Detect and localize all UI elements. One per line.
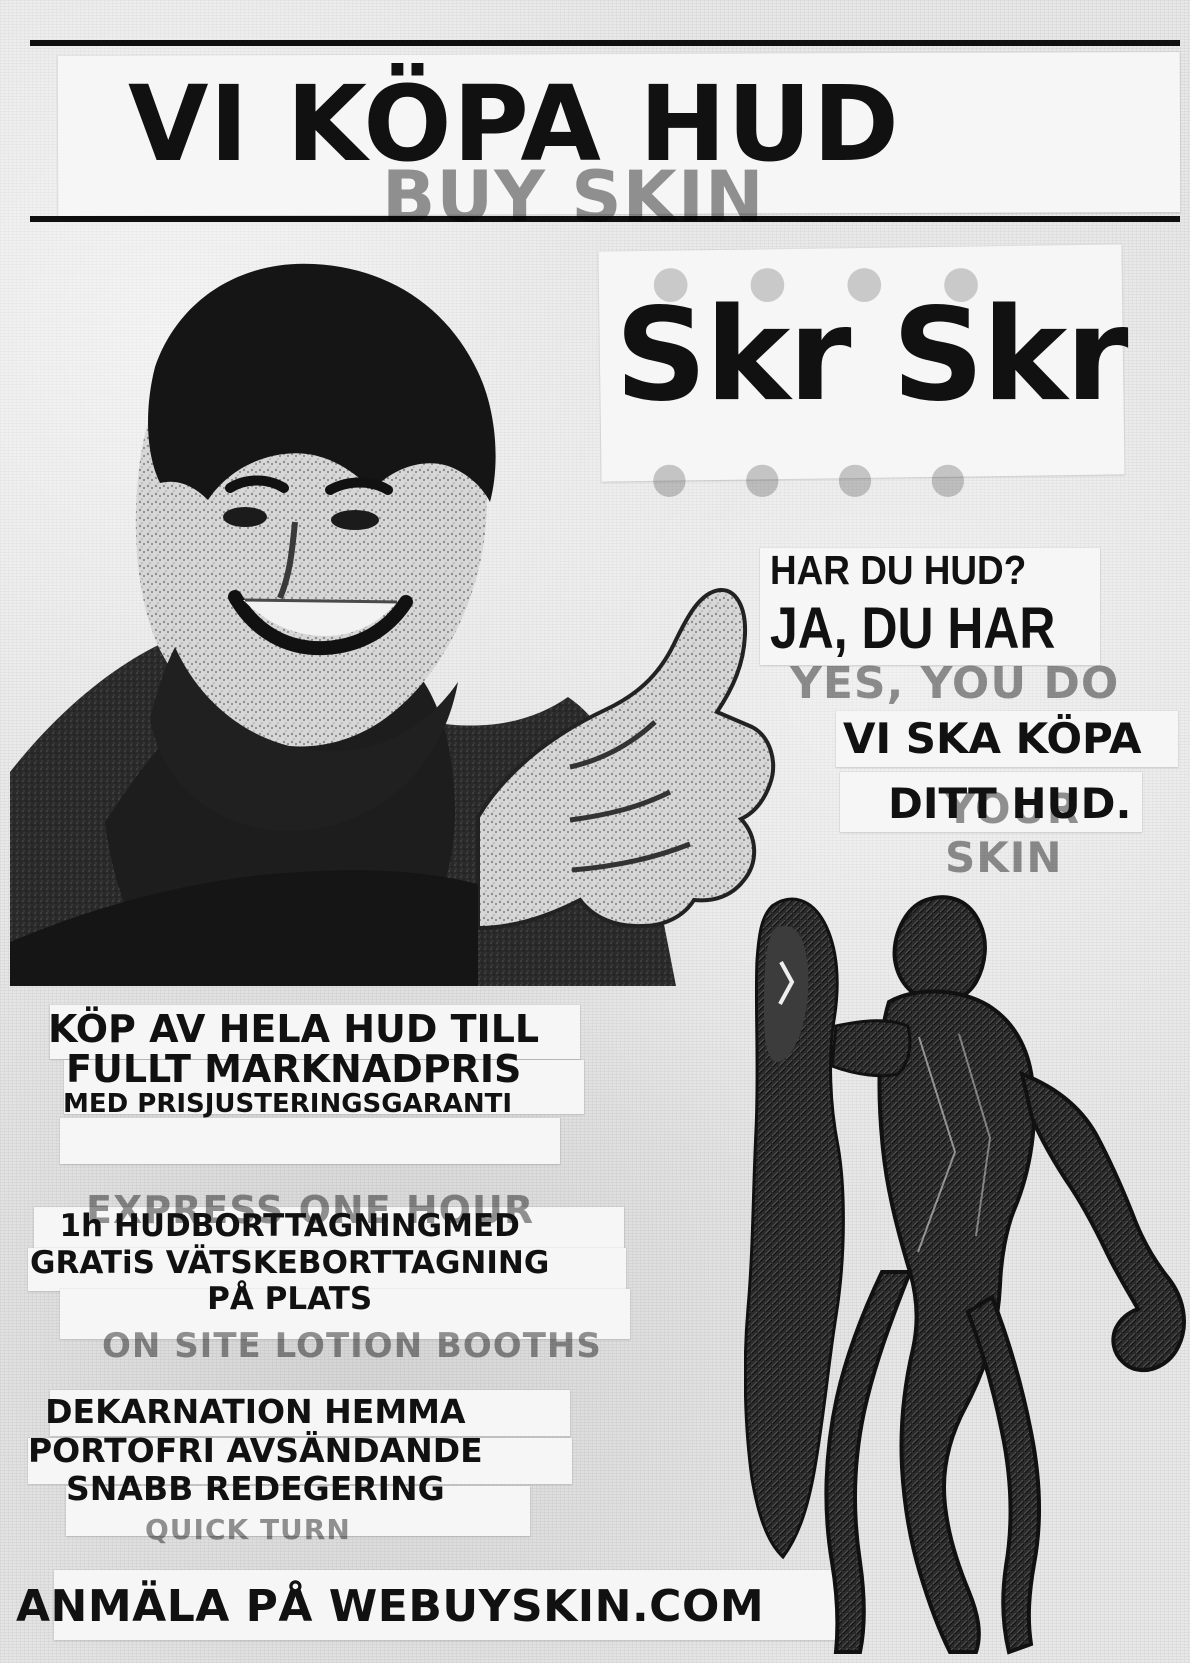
service-line-3: PÅ PLATS: [207, 1281, 373, 1318]
ghost-text-quick-turn: QUICK TURN: [145, 1513, 351, 1546]
service-line-1: 1h HUDBORTTAGNINGMED: [59, 1208, 520, 1244]
perk-line-3: SNABB REDEGERING: [66, 1469, 445, 1509]
page-title: VI KÖPA HUD: [128, 63, 900, 185]
offer-line-3: MED PRISJUSTERINGSGARANTI: [63, 1088, 513, 1119]
answer-text: JA, DU HAR: [770, 596, 1056, 661]
ghost-text-lotion: ON SITE LOTION BOOTHS: [102, 1326, 602, 1366]
headline-skr-skr: Skr Skr: [615, 281, 1128, 430]
service-text-block: 1h HUDBORTTAGNINGMED GRATiS VÄTSKEBORTTA…: [30, 1208, 549, 1318]
top-rule: [30, 40, 1180, 46]
buy-line-2: DITT HUD.: [888, 779, 1132, 828]
offer-text-block: KÖP AV HELA HUD TILL FULLT MARKNADPRIS M…: [48, 1007, 540, 1119]
perk-line-1: DEKARNATION HEMMA: [45, 1392, 466, 1431]
perks-text-block: DEKARNATION HEMMA PORTOFRI AVSÄNDANDE SN…: [28, 1392, 483, 1509]
offer-line-3-paper: [60, 1118, 560, 1164]
service-line-2: GRATiS VÄTSKEBORTTAGNING: [30, 1244, 550, 1281]
ghost-text-yes-you-do: YES, YOU DO: [790, 658, 1120, 709]
anatomical-figure-illustration: [744, 892, 1190, 1663]
buy-line-1: VI SKA KÖPA: [843, 714, 1142, 763]
perk-line-2: PORTOFRI AVSÄNDANDE: [28, 1430, 483, 1470]
signup-text: ANMÄLA PÅ WEBUYSKIN.COM: [16, 1581, 765, 1632]
poster: BUY SKIN • • • • • • • • YES, YOU DO YOU…: [0, 0, 1190, 1663]
question-text: HAR DU HUD?: [770, 547, 1027, 593]
offer-line-2: FULLT MARKNADPRIS: [66, 1046, 522, 1091]
offer-line-1: KÖP AV HELA HUD TILL: [48, 1007, 540, 1051]
